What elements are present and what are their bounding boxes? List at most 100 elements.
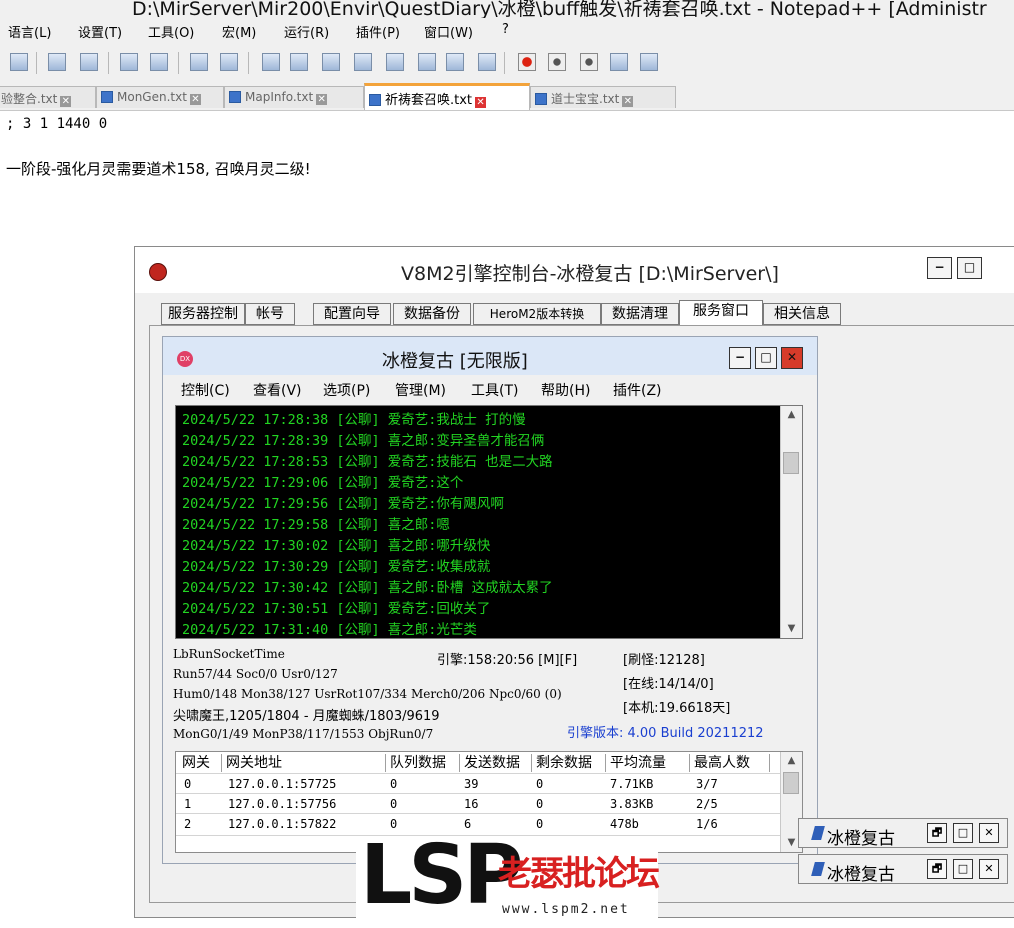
doc-map-icon[interactable] (386, 53, 404, 71)
menu-options[interactable]: 选项(P) (323, 380, 370, 400)
tab-server-control[interactable]: 服务器控制 (161, 303, 245, 325)
redo-icon[interactable] (10, 53, 28, 71)
tab-config-wizard[interactable]: 配置向导 (313, 303, 391, 325)
word-wrap-icon[interactable] (262, 53, 280, 71)
menu-tools[interactable]: 工具(T) (471, 380, 518, 400)
column-header[interactable]: 发送数据 (460, 754, 532, 772)
tab-data-cleanup[interactable]: 数据清理 (601, 303, 679, 325)
tab-related-info[interactable]: 相关信息 (763, 303, 841, 325)
table-cell: 39 (464, 777, 479, 791)
menu-language[interactable]: 语言(L) (8, 22, 51, 41)
column-header[interactable]: 平均流量 (606, 754, 690, 772)
tab-data-backup[interactable]: 数据备份 (393, 303, 471, 325)
zoom-out-icon[interactable] (150, 53, 168, 71)
notepad-title-bar: D:\MirServer\Mir200\Envir\QuestDiary\冰橙\… (0, 0, 1014, 20)
udl-icon[interactable] (354, 53, 372, 71)
tab-file[interactable]: MonGen.txt ✕ (96, 86, 224, 108)
sync-horizontal-icon[interactable] (220, 53, 238, 71)
table-cell: 1/6 (696, 817, 718, 831)
column-header[interactable]: 剩余数据 (532, 754, 606, 772)
close-icon[interactable]: ✕ (622, 96, 634, 107)
minimized-window[interactable]: 冰橙复古 🗗 □ ✕ (798, 818, 1008, 849)
table-cell: 3.83KB (610, 797, 654, 811)
maximize-button[interactable]: □ (957, 257, 982, 279)
column-header[interactable]: 队列数据 (386, 754, 460, 772)
table-cell: 2 (184, 817, 192, 831)
scroll-up-icon[interactable]: ▲ (781, 406, 802, 424)
status-boss: 尖啸魔王,1205/1804 - 月魔蜘蛛/1803/9619 (173, 709, 440, 724)
row-divider (176, 813, 782, 814)
menu-tools[interactable]: 工具(O) (148, 22, 194, 41)
status-engine-time: 引擎:158:20:56 [M][F] (437, 653, 578, 668)
minimize-button[interactable]: − (927, 257, 952, 279)
tab-herom2-convert[interactable]: HeroM2版本转换 (473, 303, 601, 325)
show-all-chars-icon[interactable] (290, 53, 308, 71)
editor-line[interactable]: ; 3 1 1440 0 (6, 116, 107, 132)
menu-manage[interactable]: 管理(M) (395, 380, 446, 400)
menu-macro[interactable]: 宏(M) (222, 22, 256, 41)
menu-plugins[interactable]: 插件(Z) (613, 380, 662, 400)
menu-control[interactable]: 控制(C) (181, 380, 230, 400)
maximize-button[interactable]: □ (953, 859, 973, 879)
close-button[interactable]: ✕ (979, 859, 999, 879)
tab-file[interactable]: 道士宝宝.txt ✕ (530, 86, 676, 108)
close-button[interactable]: ✕ (979, 823, 999, 843)
save-macro-icon[interactable] (640, 53, 658, 71)
editor-line[interactable]: 一阶段-强化月灵需要道术158, 召唤月灵二级! (6, 158, 311, 179)
minimize-button[interactable]: − (729, 347, 751, 369)
run-macro-multiple-icon[interactable] (610, 53, 628, 71)
menu-window[interactable]: 窗口(W) (424, 22, 473, 41)
table-cell: 1 (184, 797, 192, 811)
folder-icon[interactable] (446, 53, 464, 71)
log-line: 2024/5/22 17:30:02 [公聊] 喜之郎:哪升级快 (182, 538, 491, 554)
maximize-button[interactable]: □ (755, 347, 777, 369)
close-icon[interactable]: ✕ (60, 96, 72, 107)
scroll-down-icon[interactable]: ▼ (781, 620, 802, 638)
menu-plugins[interactable]: 插件(P) (356, 22, 400, 41)
menu-help[interactable]: 帮助(H) (541, 380, 590, 400)
notepad-tab-bar: 验整合.txt ✕ MonGen.txt ✕ MapInfo.txt ✕ 祈祷套召唤.… (0, 82, 1014, 111)
tab-file[interactable]: MapInfo.txt ✕ (224, 86, 364, 108)
watermark-logo: LSP 老瑟批论坛 www.lspm2.net (356, 828, 660, 928)
table-cell: 0 (536, 777, 544, 791)
menu-help[interactable]: ? (502, 22, 509, 37)
restore-button[interactable]: 🗗 (927, 859, 947, 879)
zoom-in-icon[interactable] (120, 53, 138, 71)
close-icon[interactable]: ✕ (475, 97, 487, 108)
find-icon[interactable] (48, 53, 66, 71)
close-icon[interactable]: ✕ (189, 94, 201, 105)
menu-run[interactable]: 运行(R) (284, 22, 329, 41)
function-list-icon[interactable] (418, 53, 436, 71)
sync-vertical-icon[interactable] (190, 53, 208, 71)
menu-view[interactable]: 查看(V) (253, 380, 302, 400)
scroll-up-icon[interactable]: ▲ (781, 752, 802, 770)
indent-guide-icon[interactable] (322, 53, 340, 71)
record-macro-icon[interactable] (518, 53, 536, 71)
scroll-thumb[interactable] (783, 772, 799, 794)
table-cell: 7.71KB (610, 777, 654, 791)
menu-settings[interactable]: 设置(T) (78, 22, 122, 41)
stop-macro-icon[interactable] (548, 53, 566, 71)
minimized-window[interactable]: 冰橙复古 🗗 □ ✕ (798, 854, 1008, 885)
log-scrollbar[interactable]: ▲ ▼ (780, 406, 802, 638)
restore-button[interactable]: 🗗 (927, 823, 947, 843)
log-line: 2024/5/22 17:30:42 [公聊] 喜之郎:卧槽 这成就太累了 (182, 580, 553, 596)
maximize-button[interactable]: □ (953, 823, 973, 843)
column-header[interactable]: 网关 (178, 754, 222, 772)
replace-icon[interactable] (80, 53, 98, 71)
play-macro-icon[interactable] (580, 53, 598, 71)
row-divider (176, 773, 782, 774)
column-header[interactable]: 最高人数 (690, 754, 770, 772)
table-cell: 127.0.0.1:57756 (228, 797, 337, 811)
tab-service-window[interactable]: 服务窗口 (679, 300, 763, 326)
column-header[interactable]: 网关地址 (222, 754, 386, 772)
scroll-thumb[interactable] (783, 452, 799, 474)
tab-file[interactable]: 验整合.txt ✕ (0, 86, 96, 108)
doc-switcher-icon[interactable] (478, 53, 496, 71)
tab-account[interactable]: 帐号 (245, 303, 295, 325)
table-cell: 127.0.0.1:57725 (228, 777, 337, 791)
tab-file-active[interactable]: 祈祷套召唤.txt ✕ (364, 83, 530, 110)
close-icon[interactable]: ✕ (316, 94, 328, 105)
chat-log[interactable]: 2024/5/22 17:28:38 [公聊] 爱奇艺:我战士 打的慢 2024… (175, 405, 803, 639)
close-button[interactable]: ✕ (781, 347, 803, 369)
